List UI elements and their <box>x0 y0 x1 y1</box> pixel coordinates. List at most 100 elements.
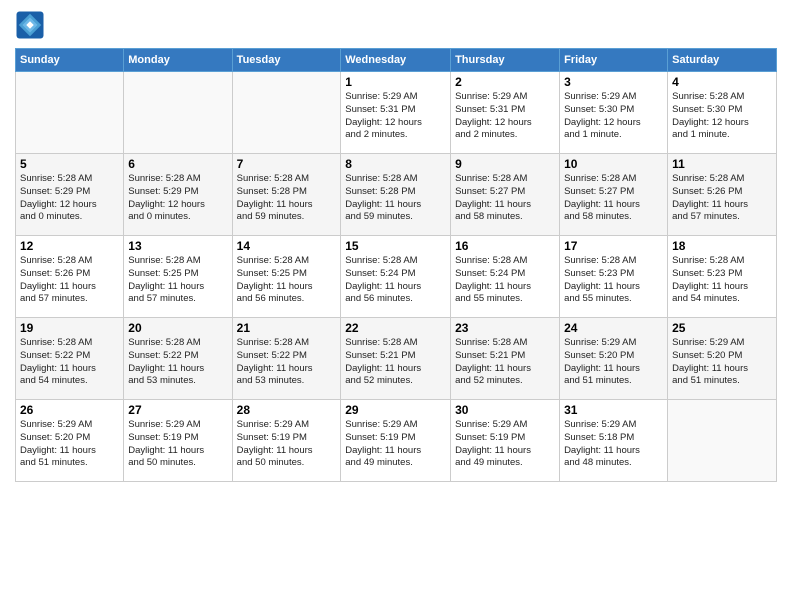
calendar-cell: 22 Sunrise: 5:28 AM Sunset: 5:21 PM Dayli… <box>341 318 451 400</box>
calendar-cell: 17Sunrise: 5:28 AM Sunset: 5:23 PM Dayli… <box>560 236 668 318</box>
day-number: 26 <box>20 403 119 417</box>
day-number: 28 <box>237 403 337 417</box>
logo <box>15 10 49 40</box>
day-info: Sunrise: 5:28 AM Sunset: 5:29 PM Dayligh… <box>128 173 227 224</box>
day-number: 21 <box>237 321 337 335</box>
weekday-header: Saturday <box>668 49 777 72</box>
day-number: 14 <box>237 239 337 253</box>
day-info: Sunrise: 5:28 AM Sunset: 5:29 PM Dayligh… <box>20 173 119 224</box>
day-info: Sunrise: 5:29 AM Sunset: 5:20 PM Dayligh… <box>20 419 119 470</box>
day-info: Sunrise: 5:28 AM Sunset: 5:21 PM Dayligh… <box>345 337 446 388</box>
calendar-cell: 14 Sunrise: 5:28 AM Sunset: 5:25 PM Dayli… <box>232 236 341 318</box>
day-number: 4 <box>672 75 772 89</box>
day-info: Sunrise: 5:29 AM Sunset: 5:19 PM Dayligh… <box>128 419 227 470</box>
calendar-cell: 29 Sunrise: 5:29 AM Sunset: 5:19 PM Dayli… <box>341 400 451 482</box>
day-number: 11 <box>672 157 772 171</box>
calendar-week-row: 1 Sunrise: 5:29 AM Sunset: 5:31 PM Daylig… <box>16 72 777 154</box>
calendar-body: 1 Sunrise: 5:29 AM Sunset: 5:31 PM Daylig… <box>16 72 777 482</box>
day-info: Sunrise: 5:28 AM Sunset: 5:26 PM Dayligh… <box>672 173 772 224</box>
day-info: Sunrise: 5:28 AM Sunset: 5:22 PM Dayligh… <box>128 337 227 388</box>
day-info: Sunrise: 5:29 AM Sunset: 5:19 PM Dayligh… <box>455 419 555 470</box>
calendar-cell: 18Sunrise: 5:28 AM Sunset: 5:23 PM Dayli… <box>668 236 777 318</box>
day-info: Sunrise: 5:28 AM Sunset: 5:30 PM Dayligh… <box>672 91 772 142</box>
calendar-cell: 27 Sunrise: 5:29 AM Sunset: 5:19 PM Dayli… <box>124 400 232 482</box>
calendar-cell: 19Sunrise: 5:28 AM Sunset: 5:22 PM Dayli… <box>16 318 124 400</box>
day-number: 17 <box>564 239 663 253</box>
calendar-week-row: 12Sunrise: 5:28 AM Sunset: 5:26 PM Dayli… <box>16 236 777 318</box>
day-number: 8 <box>345 157 446 171</box>
weekday-header: Monday <box>124 49 232 72</box>
calendar-week-row: 5 Sunrise: 5:28 AM Sunset: 5:29 PM Daylig… <box>16 154 777 236</box>
calendar-cell: 4 Sunrise: 5:28 AM Sunset: 5:30 PM Daylig… <box>668 72 777 154</box>
day-number: 2 <box>455 75 555 89</box>
calendar-cell <box>124 72 232 154</box>
calendar-cell: 31 Sunrise: 5:29 AM Sunset: 5:18 PM Dayli… <box>560 400 668 482</box>
calendar-cell: 13Sunrise: 5:28 AM Sunset: 5:25 PM Dayli… <box>124 236 232 318</box>
day-number: 5 <box>20 157 119 171</box>
day-number: 9 <box>455 157 555 171</box>
page-container: SundayMondayTuesdayWednesdayThursdayFrid… <box>0 0 792 487</box>
weekday-header: Friday <box>560 49 668 72</box>
calendar-cell: 2 Sunrise: 5:29 AM Sunset: 5:31 PM Daylig… <box>451 72 560 154</box>
calendar-cell: 11 Sunrise: 5:28 AM Sunset: 5:26 PM Dayli… <box>668 154 777 236</box>
weekday-header: Sunday <box>16 49 124 72</box>
calendar-cell: 21 Sunrise: 5:28 AM Sunset: 5:22 PM Dayli… <box>232 318 341 400</box>
calendar-cell: 26 Sunrise: 5:29 AM Sunset: 5:20 PM Dayli… <box>16 400 124 482</box>
calendar-cell: 28Sunrise: 5:29 AM Sunset: 5:19 PM Dayli… <box>232 400 341 482</box>
day-number: 3 <box>564 75 663 89</box>
day-number: 20 <box>128 321 227 335</box>
day-info: Sunrise: 5:28 AM Sunset: 5:21 PM Dayligh… <box>455 337 555 388</box>
day-info: Sunrise: 5:28 AM Sunset: 5:24 PM Dayligh… <box>345 255 446 306</box>
day-info: Sunrise: 5:28 AM Sunset: 5:22 PM Dayligh… <box>20 337 119 388</box>
day-number: 30 <box>455 403 555 417</box>
day-number: 12 <box>20 239 119 253</box>
day-number: 1 <box>345 75 446 89</box>
calendar-cell: 7 Sunrise: 5:28 AM Sunset: 5:28 PM Daylig… <box>232 154 341 236</box>
calendar-cell <box>668 400 777 482</box>
calendar-week-row: 26 Sunrise: 5:29 AM Sunset: 5:20 PM Dayli… <box>16 400 777 482</box>
calendar-cell: 20 Sunrise: 5:28 AM Sunset: 5:22 PM Dayli… <box>124 318 232 400</box>
day-info: Sunrise: 5:28 AM Sunset: 5:25 PM Dayligh… <box>237 255 337 306</box>
day-number: 23 <box>455 321 555 335</box>
day-number: 15 <box>345 239 446 253</box>
day-number: 31 <box>564 403 663 417</box>
day-number: 24 <box>564 321 663 335</box>
calendar-cell: 24Sunrise: 5:29 AM Sunset: 5:20 PM Dayli… <box>560 318 668 400</box>
calendar-cell <box>16 72 124 154</box>
day-info: Sunrise: 5:29 AM Sunset: 5:31 PM Dayligh… <box>455 91 555 142</box>
weekday-header: Wednesday <box>341 49 451 72</box>
calendar-header: SundayMondayTuesdayWednesdayThursdayFrid… <box>16 49 777 72</box>
day-info: Sunrise: 5:28 AM Sunset: 5:28 PM Dayligh… <box>237 173 337 224</box>
day-number: 16 <box>455 239 555 253</box>
calendar-cell: 9Sunrise: 5:28 AM Sunset: 5:27 PM Daylig… <box>451 154 560 236</box>
weekday-header: Thursday <box>451 49 560 72</box>
day-info: Sunrise: 5:28 AM Sunset: 5:28 PM Dayligh… <box>345 173 446 224</box>
logo-icon <box>15 10 45 40</box>
calendar-cell: 30 Sunrise: 5:29 AM Sunset: 5:19 PM Dayli… <box>451 400 560 482</box>
day-info: Sunrise: 5:29 AM Sunset: 5:20 PM Dayligh… <box>672 337 772 388</box>
day-number: 10 <box>564 157 663 171</box>
calendar-cell: 3Sunrise: 5:29 AM Sunset: 5:30 PM Daylig… <box>560 72 668 154</box>
day-info: Sunrise: 5:29 AM Sunset: 5:19 PM Dayligh… <box>345 419 446 470</box>
calendar-cell <box>232 72 341 154</box>
weekday-header: Tuesday <box>232 49 341 72</box>
day-info: Sunrise: 5:28 AM Sunset: 5:22 PM Dayligh… <box>237 337 337 388</box>
day-number: 29 <box>345 403 446 417</box>
calendar-cell: 6Sunrise: 5:28 AM Sunset: 5:29 PM Daylig… <box>124 154 232 236</box>
calendar-cell: 12Sunrise: 5:28 AM Sunset: 5:26 PM Dayli… <box>16 236 124 318</box>
calendar-cell: 8 Sunrise: 5:28 AM Sunset: 5:28 PM Daylig… <box>341 154 451 236</box>
day-number: 27 <box>128 403 227 417</box>
calendar-table: SundayMondayTuesdayWednesdayThursdayFrid… <box>15 48 777 482</box>
weekday-row: SundayMondayTuesdayWednesdayThursdayFrid… <box>16 49 777 72</box>
day-info: Sunrise: 5:29 AM Sunset: 5:31 PM Dayligh… <box>345 91 446 142</box>
calendar-cell: 25Sunrise: 5:29 AM Sunset: 5:20 PM Dayli… <box>668 318 777 400</box>
day-number: 22 <box>345 321 446 335</box>
day-info: Sunrise: 5:28 AM Sunset: 5:25 PM Dayligh… <box>128 255 227 306</box>
calendar-week-row: 19Sunrise: 5:28 AM Sunset: 5:22 PM Dayli… <box>16 318 777 400</box>
calendar-cell: 5 Sunrise: 5:28 AM Sunset: 5:29 PM Daylig… <box>16 154 124 236</box>
day-info: Sunrise: 5:28 AM Sunset: 5:27 PM Dayligh… <box>564 173 663 224</box>
calendar-cell: 10 Sunrise: 5:28 AM Sunset: 5:27 PM Dayli… <box>560 154 668 236</box>
header <box>15 10 777 40</box>
day-number: 7 <box>237 157 337 171</box>
day-info: Sunrise: 5:29 AM Sunset: 5:18 PM Dayligh… <box>564 419 663 470</box>
